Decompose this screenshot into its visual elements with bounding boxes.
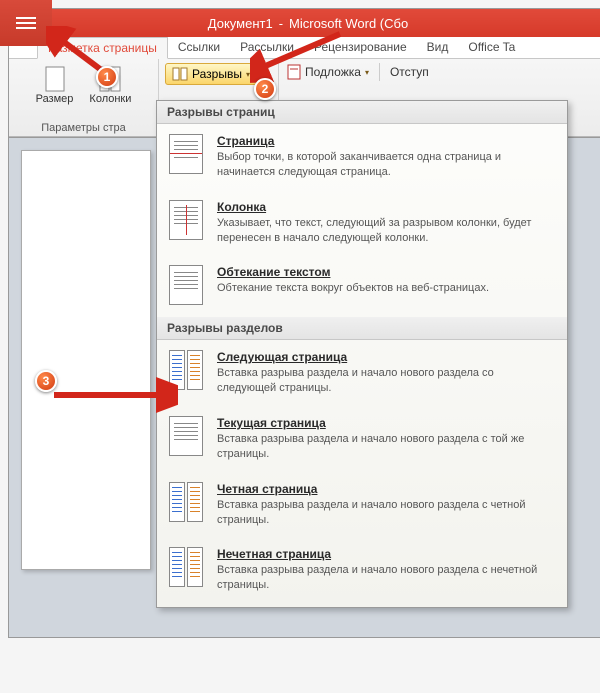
next-page-break-icon bbox=[169, 350, 205, 392]
tab-review[interactable]: Рецензирование bbox=[304, 37, 417, 58]
even-page-break-icon bbox=[169, 482, 205, 524]
break-item-column[interactable]: Колонка Указывает, что текст, следующий … bbox=[157, 190, 567, 256]
ribbon-tabs: Разметка страницы Ссылки Рассылки Реценз… bbox=[9, 37, 600, 59]
page bbox=[21, 150, 151, 570]
break-item-next-page[interactable]: Следующая страница Вставка разрыва разде… bbox=[157, 340, 567, 406]
size-button[interactable]: Размер bbox=[32, 63, 78, 107]
title-bar: Документ1 - Microsoft Word (Сбо bbox=[9, 9, 600, 37]
watermark-button[interactable]: Подложка ▾ bbox=[287, 64, 369, 80]
group-label-page-setup: Параметры стра bbox=[13, 122, 154, 134]
callout-3: 3 bbox=[35, 370, 57, 392]
app-name: Microsoft Word (Сбо bbox=[289, 16, 408, 31]
column-break-icon bbox=[169, 200, 205, 242]
section-header-page-breaks: Разрывы страниц bbox=[157, 101, 567, 124]
breaks-icon bbox=[172, 67, 188, 81]
group-page-setup: Размер Колонки Параметры стра bbox=[9, 59, 159, 136]
break-item-current-page[interactable]: Текущая страница Вставка разрыва раздела… bbox=[157, 406, 567, 472]
tab-office[interactable]: Office Ta bbox=[458, 37, 525, 58]
indent-label: Отступ bbox=[390, 65, 429, 79]
break-item-page[interactable]: Страница Выбор точки, в которой заканчив… bbox=[157, 124, 567, 190]
watermark-icon bbox=[287, 64, 301, 80]
break-item-even-page[interactable]: Четная страница Вставка разрыва раздела … bbox=[157, 472, 567, 538]
chevron-down-icon: ▾ bbox=[365, 68, 369, 77]
file-tab[interactable] bbox=[0, 0, 52, 46]
text-wrap-break-icon bbox=[169, 265, 205, 307]
break-item-odd-page[interactable]: Нечетная страница Вставка разрыва раздел… bbox=[157, 537, 567, 603]
tab-page-layout[interactable]: Разметка страницы bbox=[37, 37, 168, 59]
page-size-icon bbox=[43, 65, 67, 93]
tab-view[interactable]: Вид bbox=[417, 37, 459, 58]
chevron-down-icon: ▾ bbox=[246, 70, 250, 79]
odd-page-break-icon bbox=[169, 547, 205, 589]
page-break-icon bbox=[169, 134, 205, 176]
break-item-text-wrap[interactable]: Обтекание текстом Обтекание текста вокру… bbox=[157, 255, 567, 317]
breaks-dropdown: Разрывы страниц Страница Выбор точки, в … bbox=[156, 100, 568, 608]
tab-mailings[interactable]: Рассылки bbox=[230, 37, 304, 58]
continuous-break-icon bbox=[169, 416, 205, 458]
callout-1: 1 bbox=[96, 66, 118, 88]
file-menu-icon bbox=[14, 14, 38, 32]
section-header-section-breaks: Разрывы разделов bbox=[157, 317, 567, 340]
callout-2: 2 bbox=[254, 78, 276, 100]
tab-references[interactable]: Ссылки bbox=[168, 37, 230, 58]
document-title: Документ1 bbox=[208, 16, 273, 31]
breaks-button[interactable]: Разрывы ▾ bbox=[165, 63, 257, 85]
